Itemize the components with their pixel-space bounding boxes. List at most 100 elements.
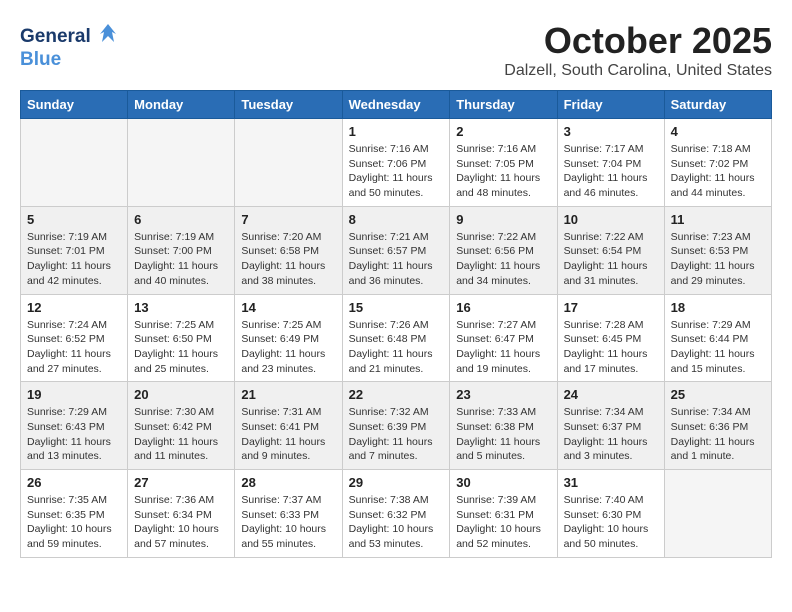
day-number: 6 (134, 212, 228, 227)
day-number: 30 (456, 475, 550, 490)
day-number: 31 (564, 475, 658, 490)
day-info: Sunrise: 7:36 AM Sunset: 6:34 PM Dayligh… (134, 493, 228, 552)
weekday-header-friday: Friday (557, 91, 664, 119)
day-info: Sunrise: 7:19 AM Sunset: 7:00 PM Dayligh… (134, 230, 228, 289)
calendar-cell: 19Sunrise: 7:29 AM Sunset: 6:43 PM Dayli… (21, 382, 128, 470)
calendar-cell: 31 Sunrise: 7:40 AM Sunset: 6:30 PM Dayli… (557, 470, 664, 558)
calendar-cell: 10 Sunrise: 7:22 AM Sunset: 6:54 PM Dayli… (557, 206, 664, 294)
weekday-header-thursday: Thursday (450, 91, 557, 119)
calendar-cell: 11 Sunrise: 7:23 AM Sunset: 6:53 PM Dayli… (664, 206, 771, 294)
day-number: 17 (564, 300, 658, 315)
day-number: 9 (456, 212, 550, 227)
day-info: Sunrise: 7:34 AM Sunset: 6:37 PM Dayligh… (564, 405, 658, 464)
day-number: 10 (564, 212, 658, 227)
day-info: Sunrise: 7:27 AM Sunset: 6:47 PM Dayligh… (456, 318, 550, 377)
weekday-header-wednesday: Wednesday (342, 91, 450, 119)
day-info: Sunrise: 7:24 AM Sunset: 6:52 PM Dayligh… (27, 318, 121, 377)
calendar-week-4: 19Sunrise: 7:29 AM Sunset: 6:43 PM Dayli… (21, 382, 772, 470)
day-number: 12 (27, 300, 121, 315)
calendar-cell: 14Sunrise: 7:25 AM Sunset: 6:49 PM Dayli… (235, 294, 342, 382)
calendar-week-2: 5 Sunrise: 7:19 AM Sunset: 7:01 PM Daylig… (21, 206, 772, 294)
logo-bird-icon (94, 20, 122, 53)
day-info: Sunrise: 7:37 AM Sunset: 6:33 PM Dayligh… (241, 493, 335, 552)
logo-general: General (20, 26, 91, 47)
day-info: Sunrise: 7:21 AM Sunset: 6:57 PM Dayligh… (349, 230, 444, 289)
calendar-cell: 25Sunrise: 7:34 AM Sunset: 6:36 PM Dayli… (664, 382, 771, 470)
calendar-week-3: 12 Sunrise: 7:24 AM Sunset: 6:52 PM Dayli… (21, 294, 772, 382)
title-section: October 2025 Dalzell, South Carolina, Un… (504, 20, 772, 80)
day-info: Sunrise: 7:35 AM Sunset: 6:35 PM Dayligh… (27, 493, 121, 552)
day-number: 5 (27, 212, 121, 227)
weekday-header-tuesday: Tuesday (235, 91, 342, 119)
calendar-cell (235, 119, 342, 207)
day-number: 15 (349, 300, 444, 315)
day-number: 28 (241, 475, 335, 490)
calendar-cell: 30 Sunrise: 7:39 AM Sunset: 6:31 PM Dayli… (450, 470, 557, 558)
calendar-cell: 6 Sunrise: 7:19 AM Sunset: 7:00 PM Daylig… (128, 206, 235, 294)
day-number: 26 (27, 475, 121, 490)
day-info: Sunrise: 7:29 AM Sunset: 6:43 PM Dayligh… (27, 405, 121, 464)
day-info: Sunrise: 7:18 AM Sunset: 7:02 PM Dayligh… (671, 142, 765, 201)
calendar-cell: 21 Sunrise: 7:31 AM Sunset: 6:41 PM Dayli… (235, 382, 342, 470)
day-number: 11 (671, 212, 765, 227)
day-info: Sunrise: 7:22 AM Sunset: 6:54 PM Dayligh… (564, 230, 658, 289)
calendar-cell (664, 470, 771, 558)
day-number: 21 (241, 387, 335, 402)
calendar-cell: 16 Sunrise: 7:27 AM Sunset: 6:47 PM Dayli… (450, 294, 557, 382)
calendar-cell: 13 Sunrise: 7:25 AM Sunset: 6:50 PM Dayli… (128, 294, 235, 382)
day-info: Sunrise: 7:38 AM Sunset: 6:32 PM Dayligh… (349, 493, 444, 552)
calendar-cell: 18Sunrise: 7:29 AM Sunset: 6:44 PM Dayli… (664, 294, 771, 382)
day-info: Sunrise: 7:25 AM Sunset: 6:50 PM Dayligh… (134, 318, 228, 377)
day-number: 3 (564, 124, 658, 139)
day-number: 16 (456, 300, 550, 315)
day-info: Sunrise: 7:19 AM Sunset: 7:01 PM Dayligh… (27, 230, 121, 289)
day-number: 1 (349, 124, 444, 139)
day-info: Sunrise: 7:23 AM Sunset: 6:53 PM Dayligh… (671, 230, 765, 289)
logo-text: General Blue (20, 20, 122, 71)
day-number: 23 (456, 387, 550, 402)
calendar: SundayMondayTuesdayWednesdayThursdayFrid… (20, 90, 772, 558)
day-number: 20 (134, 387, 228, 402)
calendar-cell: 1 Sunrise: 7:16 AM Sunset: 7:06 PM Daylig… (342, 119, 450, 207)
day-info: Sunrise: 7:17 AM Sunset: 7:04 PM Dayligh… (564, 142, 658, 201)
day-number: 25 (671, 387, 765, 402)
day-info: Sunrise: 7:16 AM Sunset: 7:05 PM Dayligh… (456, 142, 550, 201)
day-info: Sunrise: 7:25 AM Sunset: 6:49 PM Dayligh… (241, 318, 335, 377)
day-info: Sunrise: 7:30 AM Sunset: 6:42 PM Dayligh… (134, 405, 228, 464)
day-info: Sunrise: 7:20 AM Sunset: 6:58 PM Dayligh… (241, 230, 335, 289)
day-info: Sunrise: 7:28 AM Sunset: 6:45 PM Dayligh… (564, 318, 658, 377)
logo: General Blue (20, 20, 122, 71)
calendar-cell: 4 Sunrise: 7:18 AM Sunset: 7:02 PM Daylig… (664, 119, 771, 207)
calendar-cell (21, 119, 128, 207)
day-info: Sunrise: 7:22 AM Sunset: 6:56 PM Dayligh… (456, 230, 550, 289)
calendar-cell: 5 Sunrise: 7:19 AM Sunset: 7:01 PM Daylig… (21, 206, 128, 294)
page-header: General Blue October 2025 Dalzell, South… (20, 20, 772, 80)
day-info: Sunrise: 7:16 AM Sunset: 7:06 PM Dayligh… (349, 142, 444, 201)
calendar-cell: 7 Sunrise: 7:20 AM Sunset: 6:58 PM Daylig… (235, 206, 342, 294)
day-number: 22 (349, 387, 444, 402)
day-number: 7 (241, 212, 335, 227)
calendar-cell: 15Sunrise: 7:26 AM Sunset: 6:48 PM Dayli… (342, 294, 450, 382)
weekday-header-sunday: Sunday (21, 91, 128, 119)
day-number: 2 (456, 124, 550, 139)
day-number: 13 (134, 300, 228, 315)
calendar-cell: 20 Sunrise: 7:30 AM Sunset: 6:42 PM Dayli… (128, 382, 235, 470)
calendar-week-5: 26 Sunrise: 7:35 AM Sunset: 6:35 PM Dayli… (21, 470, 772, 558)
day-number: 24 (564, 387, 658, 402)
day-number: 4 (671, 124, 765, 139)
calendar-cell: 27 Sunrise: 7:36 AM Sunset: 6:34 PM Dayli… (128, 470, 235, 558)
day-info: Sunrise: 7:32 AM Sunset: 6:39 PM Dayligh… (349, 405, 444, 464)
day-info: Sunrise: 7:40 AM Sunset: 6:30 PM Dayligh… (564, 493, 658, 552)
month-title: October 2025 (504, 20, 772, 62)
day-number: 27 (134, 475, 228, 490)
day-info: Sunrise: 7:39 AM Sunset: 6:31 PM Dayligh… (456, 493, 550, 552)
calendar-cell: 26 Sunrise: 7:35 AM Sunset: 6:35 PM Dayli… (21, 470, 128, 558)
calendar-cell (128, 119, 235, 207)
weekday-header-saturday: Saturday (664, 91, 771, 119)
calendar-cell: 24 Sunrise: 7:34 AM Sunset: 6:37 PM Dayli… (557, 382, 664, 470)
location-title: Dalzell, South Carolina, United States (504, 62, 772, 80)
calendar-cell: 23Sunrise: 7:33 AM Sunset: 6:38 PM Dayli… (450, 382, 557, 470)
day-number: 18 (671, 300, 765, 315)
calendar-cell: 2 Sunrise: 7:16 AM Sunset: 7:05 PM Daylig… (450, 119, 557, 207)
day-info: Sunrise: 7:31 AM Sunset: 6:41 PM Dayligh… (241, 405, 335, 464)
